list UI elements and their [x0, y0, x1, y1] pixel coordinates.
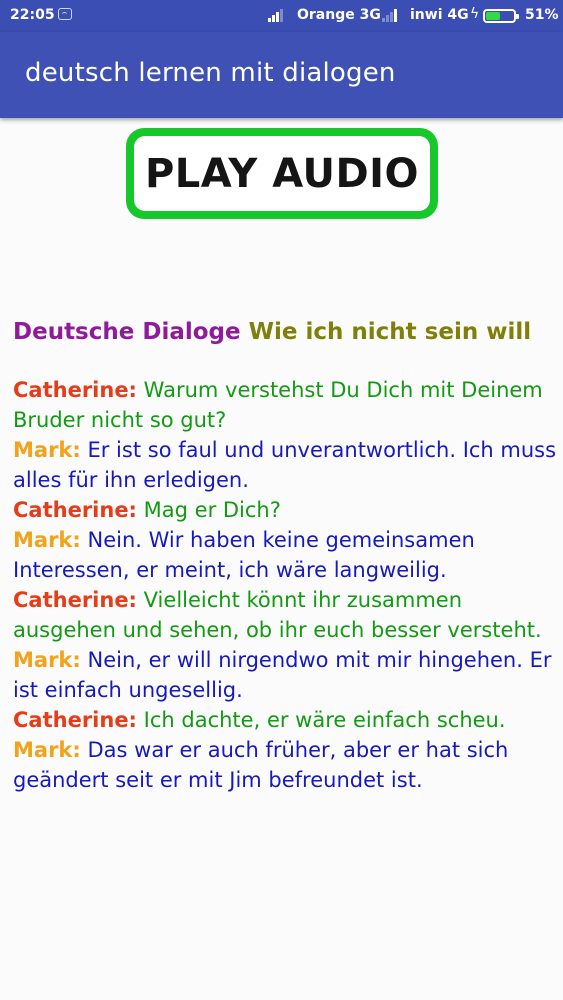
play-audio-button[interactable]: PLAY AUDIO: [126, 128, 438, 219]
speaker-name: Catherine:: [13, 378, 137, 402]
utterance-text: Mag er Dich?: [143, 498, 281, 522]
speaker-name: Catherine:: [13, 708, 137, 732]
dialog-line: Catherine: Vielleicht könnt ihr zusammen…: [13, 585, 558, 645]
battery-icon: [483, 9, 519, 23]
dialog-line: Mark: Er ist so faul und unverantwortlic…: [13, 435, 558, 495]
dialog-line: Catherine: Mag er Dich?: [13, 495, 558, 525]
utterance-text: Das war er auch früher, aber er hat sich…: [13, 738, 509, 792]
carrier-name-2: inwi 4G: [410, 7, 469, 23]
speaker-name: Catherine:: [13, 588, 137, 612]
dialog-line: Mark: Nein, er will nirgendwo mit mir hi…: [13, 645, 558, 705]
utterance-text: Nein, er will nirgendwo mit mir hingehen…: [13, 648, 552, 702]
dialog-transcript: Catherine: Warum verstehst Du Dich mit D…: [13, 375, 558, 795]
utterance-text: Nein. Wir haben keine gemeinsamen Intere…: [13, 528, 475, 582]
signal-strength-icon: [382, 9, 402, 22]
play-audio-label: PLAY AUDIO: [134, 136, 430, 211]
carrier-name-1: Orange 3G: [297, 7, 381, 23]
dialog-line: Mark: Das war er auch früher, aber er ha…: [13, 735, 558, 795]
utterance-text: Ich dachte, er wäre einfach scheu.: [143, 708, 506, 732]
speaker-name: Mark:: [13, 438, 81, 462]
speaker-name: Mark:: [13, 648, 81, 672]
battery-level-fill: [486, 12, 500, 20]
charging-bolt-icon: ϟ: [470, 6, 480, 22]
dialog-heading: Deutsche Dialoge Wie ich nicht sein will: [13, 319, 531, 345]
speaker-name: Catherine:: [13, 498, 137, 522]
dialog-heading-prefix: Deutsche Dialoge: [13, 319, 241, 345]
utterance-text: Er ist so faul und unverantwortlich. Ich…: [13, 438, 557, 492]
speaker-name: Mark:: [13, 738, 81, 762]
dialog-line: Catherine: Warum verstehst Du Dich mit D…: [13, 375, 558, 435]
status-time: 22:05: [10, 7, 55, 23]
app-title: deutsch lernen mit dialogen: [25, 58, 396, 88]
speaker-name: Mark:: [13, 528, 81, 552]
dialog-line: Catherine: Ich dachte, er wäre einfach s…: [13, 705, 558, 735]
dialog-heading-title: Wie ich nicht sein will: [248, 319, 532, 345]
dialog-line: Mark: Nein. Wir haben keine gemeinsamen …: [13, 525, 558, 585]
app-bar: deutsch lernen mit dialogen: [0, 32, 563, 118]
battery-percent: 51%: [525, 7, 559, 23]
status-bar: 22:05 Orange 3G inwi 4G ϟ 51%: [0, 0, 563, 32]
signal-strength-icon: [268, 9, 288, 22]
cloud-sync-icon: [58, 8, 72, 20]
